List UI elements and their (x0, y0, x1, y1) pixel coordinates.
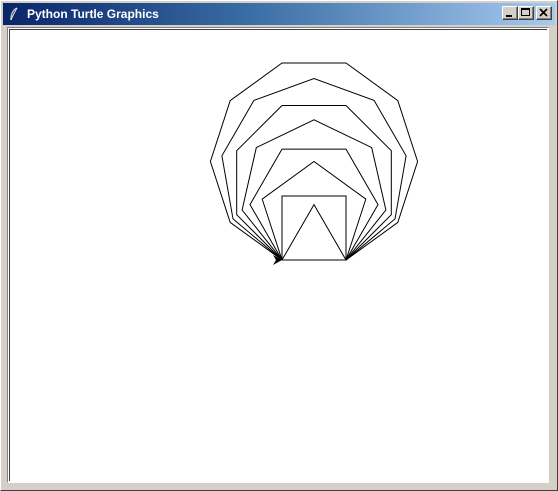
window-title: Python Turtle Graphics (27, 7, 159, 21)
pentagon-outline (261, 160, 367, 261)
window-controls (502, 6, 552, 20)
turtle-canvas-frame (7, 27, 549, 483)
triangle-outline (281, 203, 347, 261)
turtle-window: Python Turtle Graphics (0, 0, 558, 491)
title-bar[interactable]: Python Turtle Graphics (3, 3, 555, 25)
turtle-drawing (209, 62, 419, 265)
close-icon (539, 8, 548, 17)
maximize-icon (521, 8, 530, 16)
close-button[interactable] (536, 6, 552, 20)
turtle-canvas[interactable] (9, 29, 547, 481)
octagon-outline (236, 105, 392, 261)
maximize-button[interactable] (518, 6, 534, 20)
minimize-icon (506, 15, 512, 17)
feather-icon (6, 6, 22, 22)
heptagon-outline (241, 119, 387, 261)
minimize-button[interactable] (502, 6, 518, 20)
square-outline (281, 195, 347, 261)
